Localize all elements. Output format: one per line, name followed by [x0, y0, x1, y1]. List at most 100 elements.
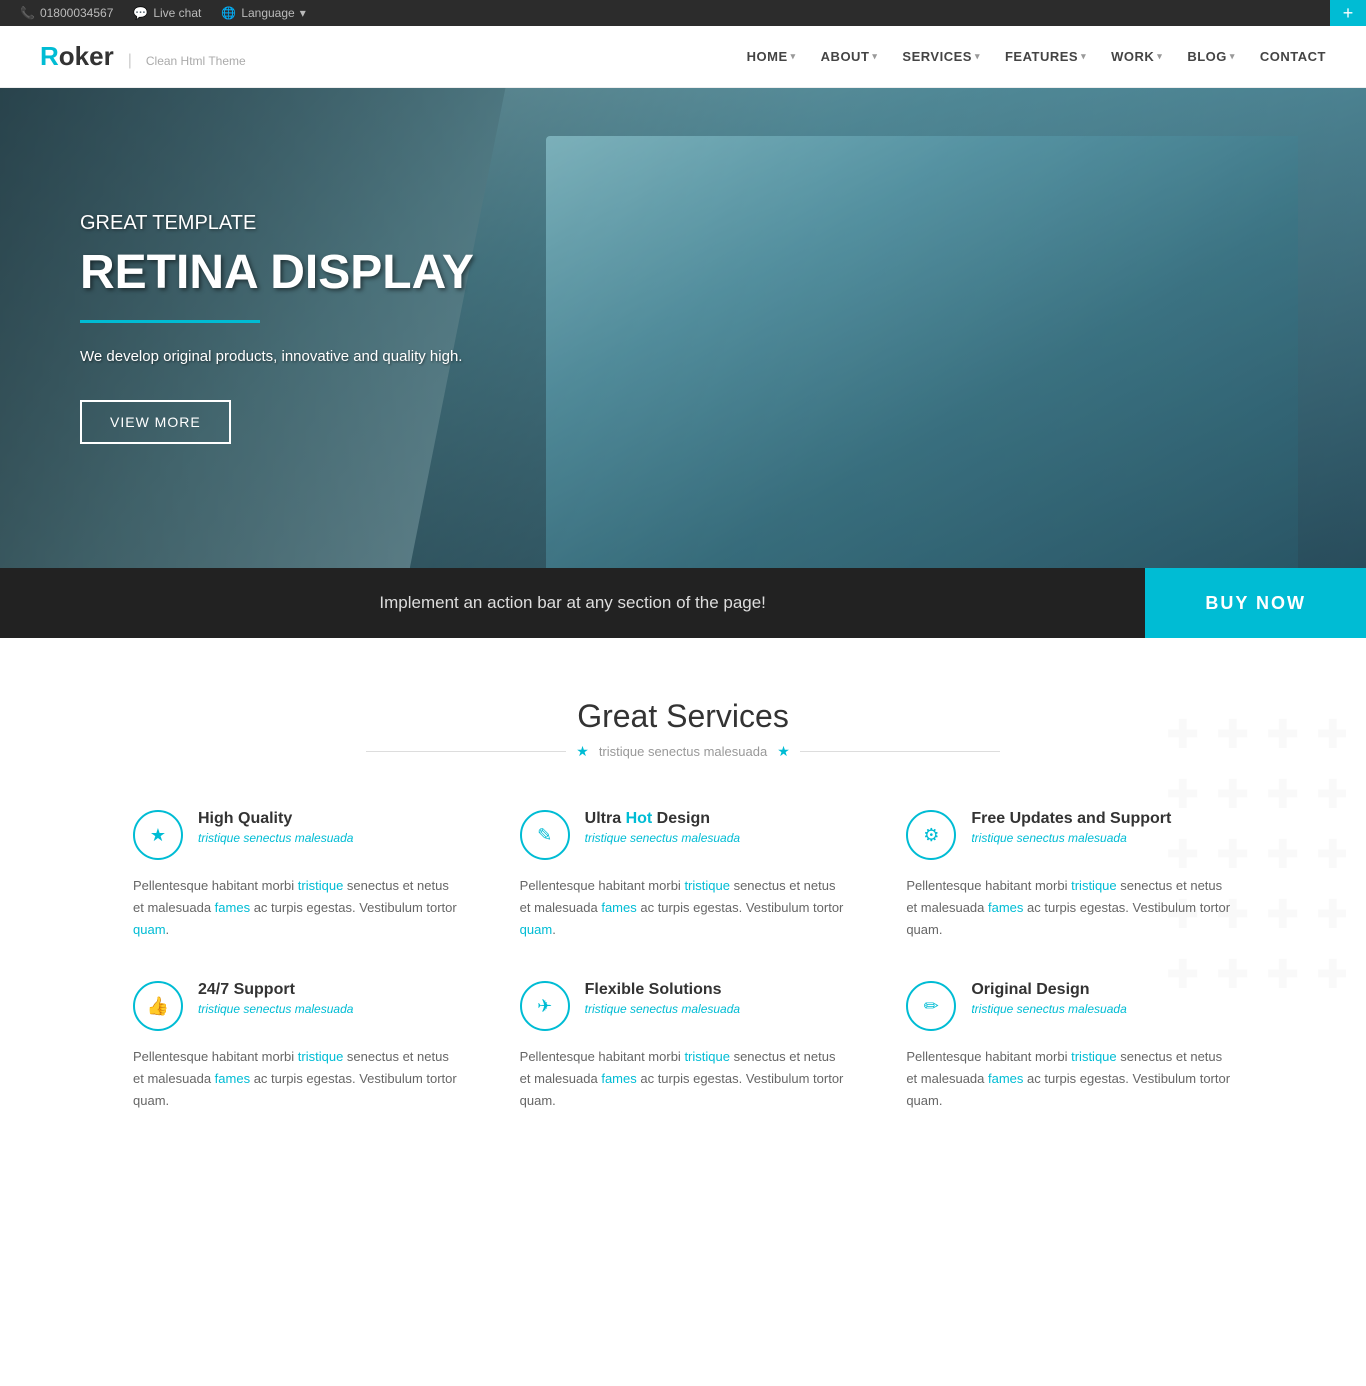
- nav-about[interactable]: ABOUT ▾: [821, 49, 878, 64]
- service-link-fames-4[interactable]: fames: [215, 1071, 250, 1086]
- logo-r: R: [40, 41, 59, 71]
- service-title-block-quality: High Quality tristique senectus malesuad…: [198, 810, 460, 845]
- service-title-block-design: Ultra Hot Design tristique senectus male…: [585, 810, 847, 845]
- service-header-quality: ★ High Quality tristique senectus malesu…: [133, 810, 460, 860]
- hero-subtitle: GREAT TEMPLATE: [80, 212, 474, 235]
- service-link-fames-1[interactable]: fames: [215, 900, 250, 915]
- service-title-block-updates: Free Updates and Support tristique senec…: [971, 810, 1233, 845]
- service-link-quality[interactable]: tristique: [298, 878, 344, 893]
- service-link-original[interactable]: tristique: [1071, 1049, 1117, 1064]
- service-desc-updates: Pellentesque habitant morbi tristique se…: [906, 875, 1233, 941]
- service-item-updates: ⚙ Free Updates and Support tristique sen…: [906, 810, 1233, 941]
- service-header-support: 👍 24/7 Support tristique senectus malesu…: [133, 981, 460, 1031]
- chevron-down-icon: ▾: [300, 6, 306, 20]
- buy-now-button[interactable]: BUY NOW: [1145, 568, 1366, 638]
- divider-line-left: [366, 751, 566, 752]
- logo-text: Roker: [40, 41, 114, 72]
- service-item-flexible: ✈ Flexible Solutions tristique senectus …: [520, 981, 847, 1112]
- service-link-fames-3[interactable]: fames: [988, 900, 1023, 915]
- thumbs-service-icon: 👍: [133, 981, 183, 1031]
- hero-description: We develop original products, innovative…: [80, 348, 474, 365]
- service-title-block-flexible: Flexible Solutions tristique senectus ma…: [585, 981, 847, 1016]
- nav-services[interactable]: SERVICES ▾: [902, 49, 980, 64]
- service-item-design: ✎ Ultra Hot Design tristique senectus ma…: [520, 810, 847, 941]
- nav-blog[interactable]: BLOG ▾: [1187, 49, 1235, 64]
- chevron-down-icon: ▾: [1230, 51, 1235, 62]
- service-title-block-support: 24/7 Support tristique senectus malesuad…: [198, 981, 460, 1016]
- phone-icon: 📞: [20, 6, 35, 20]
- main-nav: HOME ▾ ABOUT ▾ SERVICES ▾ FEATURES ▾ WOR…: [747, 49, 1326, 64]
- service-subtitle-updates: tristique senectus malesuada: [971, 831, 1233, 845]
- service-title-block-original: Original Design tristique senectus males…: [971, 981, 1233, 1016]
- pencil-service-icon: ✏: [906, 981, 956, 1031]
- svg-text:✚: ✚: [1316, 953, 1346, 997]
- service-link-fames-5[interactable]: fames: [601, 1071, 636, 1086]
- service-subtitle-flexible: tristique senectus malesuada: [585, 1002, 847, 1016]
- service-link-quam-2[interactable]: quam: [520, 922, 553, 937]
- service-subtitle-original: tristique senectus malesuada: [971, 1002, 1233, 1016]
- language-item[interactable]: 🌐 Language ▾: [221, 6, 305, 20]
- gear-service-icon: ⚙: [906, 810, 956, 860]
- nav-contact[interactable]: CONTACT: [1260, 49, 1326, 64]
- divider-line-right: [800, 751, 1000, 752]
- service-desc-original: Pellentesque habitant morbi tristique se…: [906, 1046, 1233, 1112]
- service-title-flexible: Flexible Solutions: [585, 981, 847, 999]
- chat-label: Live chat: [153, 6, 201, 20]
- section-divider-subtitle: tristique senectus malesuada: [599, 744, 767, 759]
- service-link-fames-2[interactable]: fames: [601, 900, 636, 915]
- phone-number: 01800034567: [40, 6, 113, 20]
- service-link-flexible[interactable]: tristique: [684, 1049, 730, 1064]
- top-bar: 📞 01800034567 💬 Live chat 🌐 Language ▾ +: [0, 0, 1366, 26]
- chevron-down-icon: ▾: [975, 51, 980, 62]
- service-link-updates[interactable]: tristique: [1071, 878, 1117, 893]
- svg-text:✚: ✚: [1316, 773, 1346, 817]
- logo: Roker | Clean Html Theme: [40, 41, 246, 72]
- chevron-down-icon: ▾: [1157, 51, 1162, 62]
- services-grid: ★ High Quality tristique senectus malesu…: [133, 810, 1233, 1113]
- service-title-updates: Free Updates and Support: [971, 810, 1233, 828]
- service-title-support: 24/7 Support: [198, 981, 460, 999]
- action-bar: Implement an action bar at any section o…: [0, 568, 1366, 638]
- pen-service-icon: ✎: [520, 810, 570, 860]
- svg-text:✚: ✚: [1266, 833, 1300, 877]
- service-header-flexible: ✈ Flexible Solutions tristique senectus …: [520, 981, 847, 1031]
- hero-title: RETINA DISPLAY: [80, 245, 474, 300]
- globe-icon: 🌐: [221, 6, 236, 20]
- service-subtitle-design: tristique senectus malesuada: [585, 831, 847, 845]
- service-item-support: 👍 24/7 Support tristique senectus malesu…: [133, 981, 460, 1112]
- service-subtitle-quality: tristique senectus malesuada: [198, 831, 460, 845]
- section-divider: ★ tristique senectus malesuada ★: [40, 743, 1326, 760]
- service-desc-flexible: Pellentesque habitant morbi tristique se…: [520, 1046, 847, 1112]
- chat-item[interactable]: 💬 Live chat: [133, 6, 201, 20]
- service-link-quam-1[interactable]: quam: [133, 922, 166, 937]
- nav-features[interactable]: FEATURES ▾: [1005, 49, 1086, 64]
- service-title-original: Original Design: [971, 981, 1233, 999]
- hero-content: GREAT TEMPLATE RETINA DISPLAY We develop…: [0, 212, 554, 444]
- logo-rest: oker: [59, 41, 114, 71]
- service-link-fames-6[interactable]: fames: [988, 1071, 1023, 1086]
- svg-text:✚: ✚: [1266, 773, 1300, 817]
- service-desc-quality: Pellentesque habitant morbi tristique se…: [133, 875, 460, 941]
- service-link-design[interactable]: tristique: [684, 878, 730, 893]
- service-item-quality: ★ High Quality tristique senectus malesu…: [133, 810, 460, 941]
- phone-item[interactable]: 📞 01800034567: [20, 6, 113, 20]
- nav-work[interactable]: WORK ▾: [1111, 49, 1162, 64]
- svg-text:✚: ✚: [1316, 893, 1346, 937]
- services-section: ✚ ✚ ✚ ✚ ✚ ✚ ✚ ✚ ✚ ✚ ✚ ✚ ✚ ✚ ✚ ✚ ✚ ✚ ✚ ✚ …: [0, 638, 1366, 1193]
- logo-divider: |: [128, 52, 132, 70]
- service-desc-design: Pellentesque habitant morbi tristique se…: [520, 875, 847, 941]
- hot-text: Hot: [626, 810, 653, 827]
- star-service-icon: ★: [133, 810, 183, 860]
- star-right-icon: ★: [777, 743, 790, 760]
- service-link-support[interactable]: tristique: [298, 1049, 344, 1064]
- service-subtitle-support: tristique senectus malesuada: [198, 1002, 460, 1016]
- nav-home[interactable]: HOME ▾: [747, 49, 796, 64]
- service-header-original: ✏ Original Design tristique senectus mal…: [906, 981, 1233, 1031]
- view-more-button[interactable]: View More: [80, 400, 231, 444]
- header: Roker | Clean Html Theme HOME ▾ ABOUT ▾ …: [0, 26, 1366, 88]
- services-title: Great Services: [40, 698, 1326, 735]
- svg-text:✚: ✚: [1266, 953, 1300, 997]
- action-bar-text: Implement an action bar at any section o…: [0, 568, 1145, 638]
- plus-button[interactable]: +: [1330, 0, 1366, 26]
- svg-text:✚: ✚: [1266, 893, 1300, 937]
